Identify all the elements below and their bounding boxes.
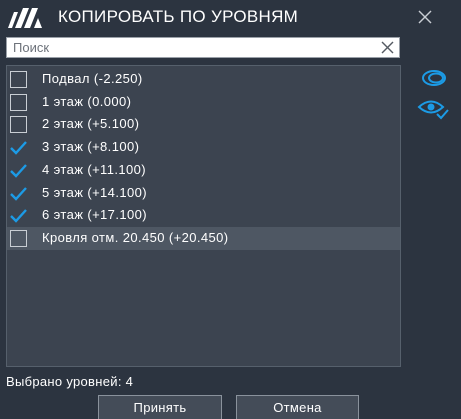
checkbox[interactable] [10,230,27,247]
app-logo-icon [8,8,42,28]
level-row[interactable]: Кровля отм. 20.450 (+20.450) [7,227,400,250]
checkbox[interactable] [10,94,27,111]
level-row[interactable]: Подвал (-2.250) [7,68,400,91]
selected-count-status: Выбрано уровней: 4 [6,374,134,389]
level-label: Подвал (-2.250) [42,71,143,86]
checkbox[interactable] [10,116,27,133]
level-label: 4 этаж (+11.100) [42,162,146,177]
level-row[interactable]: 2 этаж (+5.100) [7,113,400,136]
level-row[interactable]: 1 этаж (0.000) [7,91,400,114]
cancel-button[interactable]: Отмена [236,395,359,419]
level-label: 1 этаж (0.000) [42,94,132,109]
dialog-title: КОПИРОВАТЬ ПО УРОВНЯМ [58,7,299,26]
level-label: 6 этаж (+17.100) [42,207,147,222]
level-row[interactable]: 3 этаж (+8.100) [7,136,400,159]
copy-by-levels-dialog: КОПИРОВАТЬ ПО УРОВНЯМ Подвал (-2.250) 1 э… [0,0,461,419]
checked-checkbox-icon[interactable] [10,162,27,179]
level-row[interactable]: 6 этаж (+17.100) [7,204,400,227]
level-row[interactable]: 4 этаж (+11.100) [7,159,400,182]
title-bar: КОПИРОВАТЬ ПО УРОВНЯМ [0,0,461,34]
eye-check-icon[interactable] [416,96,450,120]
accept-button[interactable]: Принять [98,395,222,419]
level-label: 3 этаж (+8.100) [42,139,140,154]
level-row[interactable]: 5 этаж (+14.100) [7,182,400,205]
levels-list: Подвал (-2.250) 1 этаж (0.000) 2 этаж (+5.… [6,65,401,367]
close-icon[interactable] [416,8,434,26]
checked-checkbox-icon[interactable] [10,207,27,224]
clear-search-icon[interactable] [380,40,395,55]
lasso-select-icon[interactable] [418,68,448,88]
search-input[interactable] [7,38,383,57]
level-label: Кровля отм. 20.450 (+20.450) [42,230,229,245]
checkbox[interactable] [10,71,27,88]
search-field [6,37,400,58]
level-label: 2 этаж (+5.100) [42,116,140,131]
checked-checkbox-icon[interactable] [10,139,27,156]
level-label: 5 этаж (+14.100) [42,185,147,200]
checked-checkbox-icon[interactable] [10,185,27,202]
